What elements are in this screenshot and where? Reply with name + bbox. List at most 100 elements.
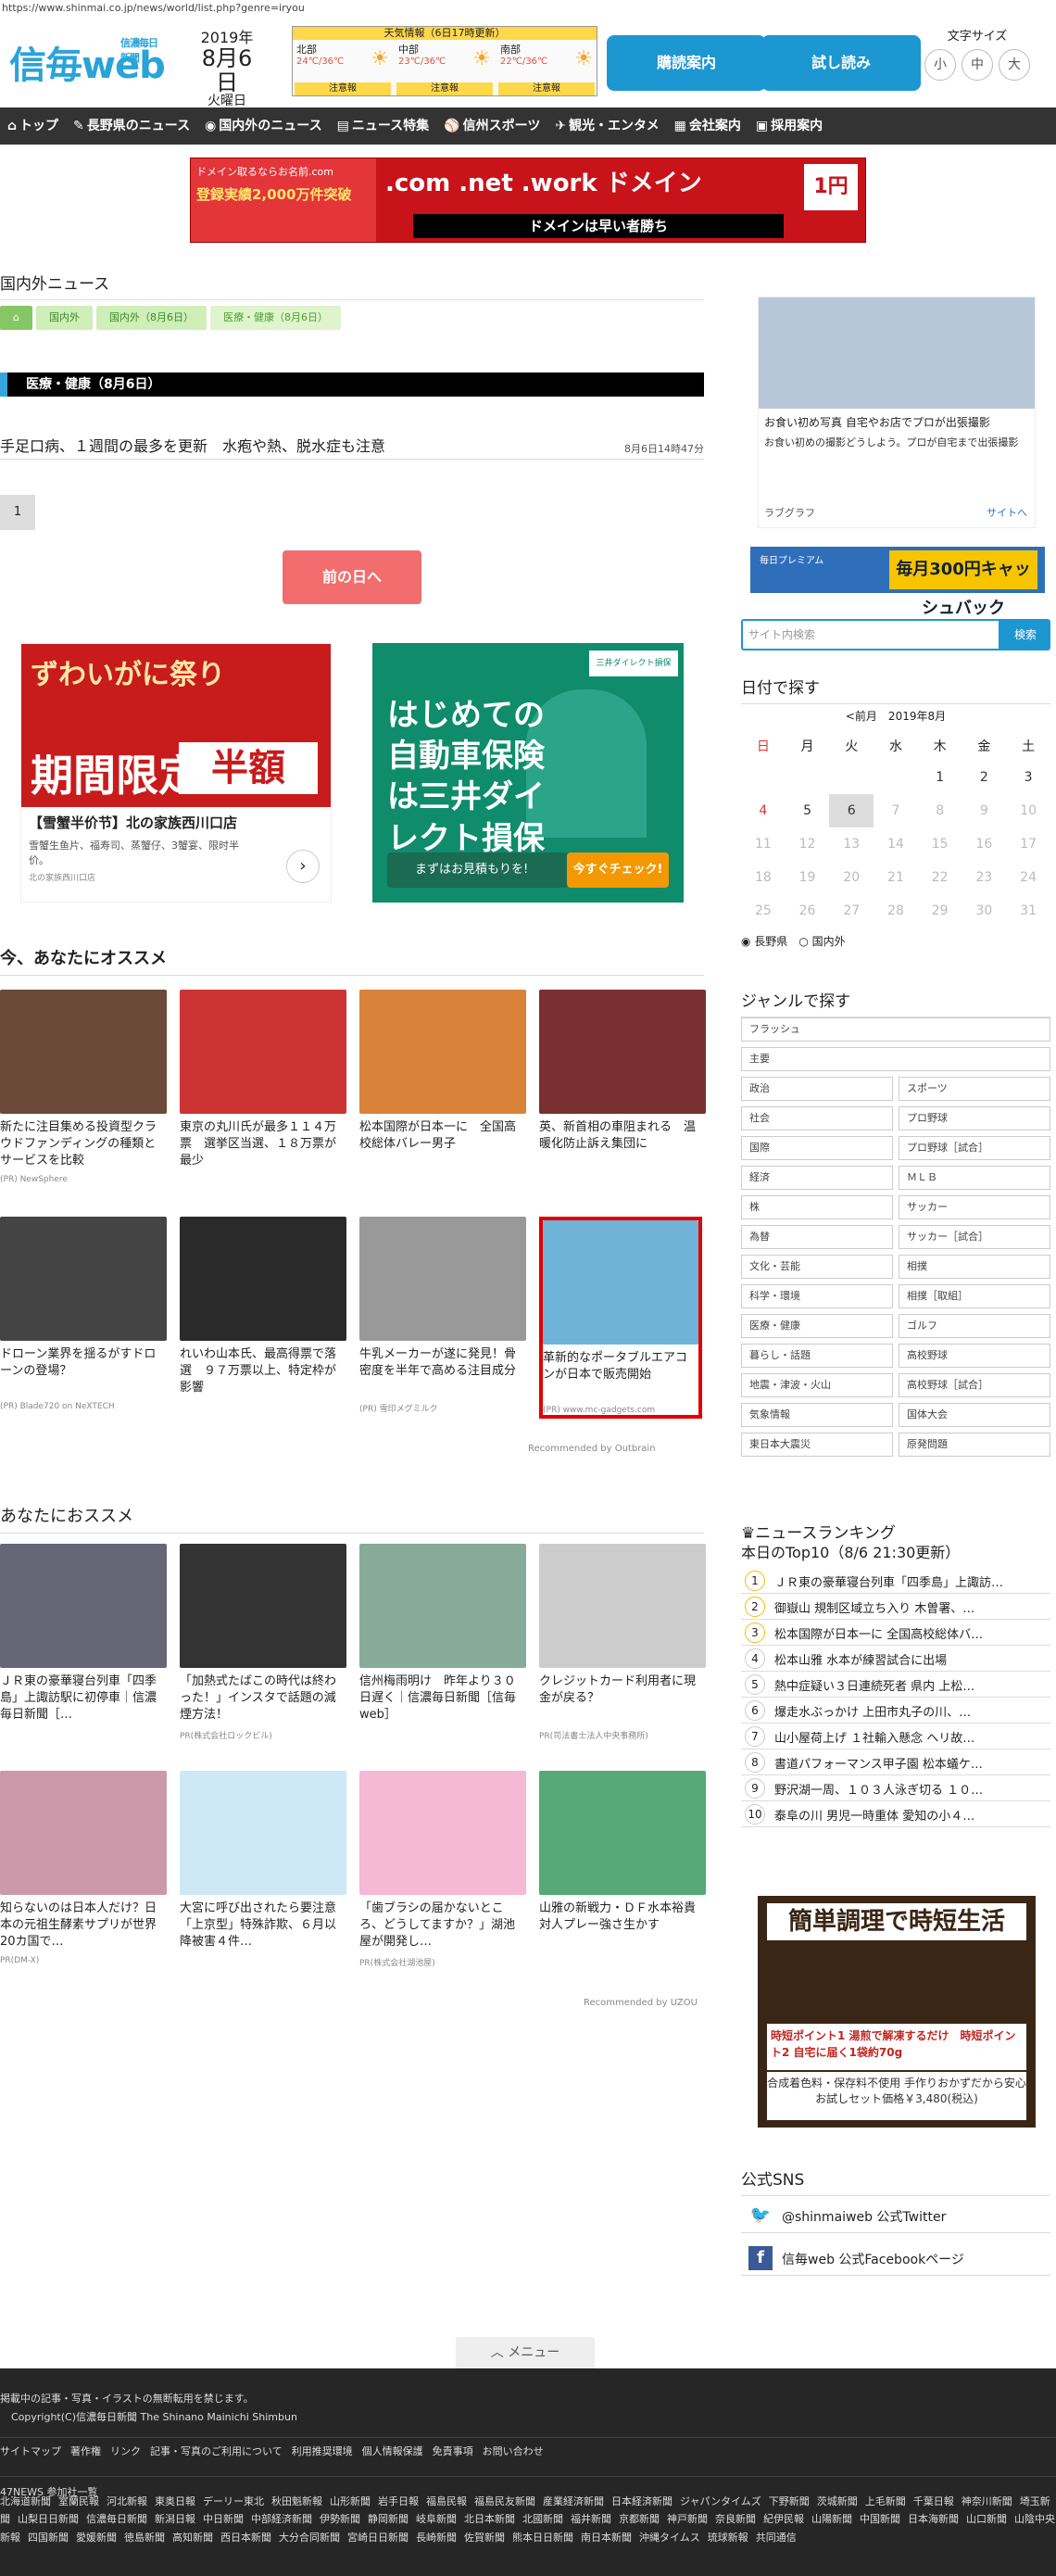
recommend-card[interactable]: ＪＲ東の豪華寝台列車「四季島」上諏訪駅に初停車｜信濃毎日新聞［… bbox=[0, 1544, 167, 1729]
footer-paper-link[interactable]: 西日本新聞 bbox=[220, 2532, 271, 2544]
card-image[interactable] bbox=[180, 1771, 346, 1895]
twitter-link[interactable]: 🐦 @shinmaiweb 公式Twitter bbox=[741, 2196, 1050, 2233]
font-size-medium-button[interactable]: 中 bbox=[962, 49, 993, 81]
card-image[interactable] bbox=[180, 1544, 346, 1668]
footer-paper-link[interactable]: 静岡新聞 bbox=[368, 2513, 409, 2525]
card-image[interactable] bbox=[0, 1771, 167, 1895]
site-search-button[interactable]: 検索 bbox=[1000, 619, 1050, 650]
genre-item[interactable]: 相撲 bbox=[899, 1255, 1050, 1279]
site-logo[interactable]: 信毎web 信濃毎日新聞 bbox=[9, 35, 166, 89]
card-image[interactable] bbox=[543, 1220, 698, 1345]
footer-paper-link[interactable]: 秋田魁新報 bbox=[271, 2495, 322, 2507]
recommend-card[interactable]: 信州梅雨明け 昨年より３０日遅く｜信濃毎日新聞［信毎web］ bbox=[359, 1544, 526, 1729]
genre-item[interactable]: 暮らし・話題 bbox=[741, 1344, 893, 1368]
genre-item[interactable]: 社会 bbox=[741, 1106, 893, 1130]
footer-paper-link[interactable]: 神奈川新聞 bbox=[962, 2495, 1012, 2507]
subscribe-button[interactable]: 購読案内 bbox=[607, 35, 766, 91]
genre-item[interactable]: サッカー bbox=[899, 1195, 1050, 1219]
footer-paper-link[interactable]: 岩手日報 bbox=[378, 2495, 419, 2507]
crab-ad[interactable]: ずわいがに祭り 期間限定 半額 【雪蟹半价节】北の家族西川口店 雪蟹生鱼片、福寿司、… bbox=[20, 643, 332, 903]
nav-item[interactable]: ⌂ トップ bbox=[0, 107, 66, 145]
prev-day-button[interactable]: 前の日へ bbox=[283, 550, 421, 604]
genre-item[interactable]: フラッシュ bbox=[741, 1017, 1050, 1042]
ranking-item[interactable]: 7 山小屋荷上げ １社輸入懸念 ヘリ故… bbox=[741, 1724, 1050, 1749]
footer-paper-link[interactable]: 宮崎日日新聞 bbox=[347, 2532, 409, 2544]
ranking-title[interactable]: 泰阜の川 男児一時重体 愛知の小４… bbox=[774, 1806, 1049, 1824]
footer-paper-link[interactable]: 四国新聞 bbox=[28, 2532, 69, 2544]
recommend-card[interactable]: 「歯ブラシの届かないところ、どうしてますか？」湖池屋が開発し… PR(株式会社湖池… bbox=[359, 1771, 526, 1968]
footer-paper-link[interactable]: 福島民報 bbox=[426, 2495, 467, 2507]
domain-ad-banner[interactable]: ドメイン取るならお名前.com 登録実績2,000万件突破 .com .net .… bbox=[190, 158, 866, 243]
recommend-card[interactable]: 東京の丸川氏が最多１１４万票 選挙区当選、１８万票が最少 bbox=[180, 990, 346, 1175]
recommend-card[interactable]: 革新的なポータブルエアコンが日本で販売開始 (PR) www.mc-gadgets… bbox=[539, 1217, 702, 1419]
nav-item[interactable]: ✎ 長野県のニュース bbox=[66, 107, 197, 145]
genre-item[interactable]: 原発問題 bbox=[899, 1433, 1050, 1457]
ranking-title[interactable]: 松本山雅 水本が練習試合に出場 bbox=[774, 1650, 1049, 1668]
genre-item[interactable]: 政治 bbox=[741, 1077, 893, 1101]
card-image[interactable] bbox=[180, 990, 346, 1114]
footer-paper-link[interactable]: 徳島新聞 bbox=[124, 2532, 165, 2544]
ranking-item[interactable]: 3 松本国際が日本一に 全国高校総体バ… bbox=[741, 1620, 1050, 1646]
footer-paper-link[interactable]: 愛媛新聞 bbox=[76, 2532, 117, 2544]
calendar-day[interactable]: 6 bbox=[829, 794, 874, 827]
recommend-card[interactable]: 「加熱式たばこの時代は終わった！」インスタで話題の減煙方法！ PR(株式会社ロック… bbox=[180, 1544, 346, 1741]
side-ad-photo[interactable]: お食い初め写真 自宅やお店でプロが出張撮影 お食い初めの撮影どうしよう。プロが自… bbox=[758, 297, 1036, 528]
genre-item[interactable]: 主要 bbox=[741, 1047, 1050, 1071]
footer-paper-link[interactable]: 福島民友新聞 bbox=[474, 2495, 535, 2507]
ranking-title[interactable]: 松本国際が日本一に 全国高校総体バ… bbox=[774, 1624, 1049, 1642]
breadcrumb-home-icon[interactable]: ⌂ bbox=[0, 306, 32, 330]
footer-paper-link[interactable]: 上毛新聞 bbox=[865, 2495, 906, 2507]
footer-link[interactable]: 免責事項 bbox=[433, 2445, 473, 2457]
breadcrumb-item[interactable]: 国内外（8月6日） bbox=[95, 306, 207, 330]
footer-paper-link[interactable]: 中国新聞 bbox=[860, 2513, 900, 2525]
card-title[interactable]: 革新的なポータブルエアコンが日本で販売開始 bbox=[543, 1350, 698, 1402]
genre-item[interactable]: 株 bbox=[741, 1195, 893, 1219]
card-image[interactable] bbox=[539, 990, 706, 1114]
recommend-card[interactable]: 英、新首相の車阻まれる 温暖化防止訴え集団に bbox=[539, 990, 706, 1175]
ranking-item[interactable]: 10 泰阜の川 男児一時重体 愛知の小４… bbox=[741, 1801, 1050, 1827]
facebook-link[interactable]: f 信毎web 公式Facebookページ bbox=[741, 2239, 1050, 2276]
site-search-input[interactable]: サイト内検索 bbox=[741, 619, 1000, 650]
card-title[interactable]: 山雅の新戦力・ＤＦ水本裕貴 対人プレー強さ生かす bbox=[539, 1900, 706, 1952]
footer-link[interactable]: 個人情報保護 bbox=[362, 2445, 423, 2457]
card-title[interactable]: 信州梅雨明け 昨年より３０日遅く｜信濃毎日新聞［信毎web］ bbox=[359, 1673, 526, 1725]
breadcrumb-item[interactable]: 国内外 bbox=[35, 306, 93, 330]
card-title[interactable]: クレジットカード利用者に現金が戻る？ bbox=[539, 1673, 706, 1725]
card-title[interactable]: 東京の丸川氏が最多１１４万票 選挙区当選、１８万票が最少 bbox=[180, 1119, 346, 1171]
card-image[interactable] bbox=[539, 1771, 706, 1895]
news-title[interactable]: 手足口病、１週間の最多を更新 水疱や熱、脱水症も注意 bbox=[0, 434, 704, 456]
ranking-title[interactable]: 熱中症疑い３日連続死者 県内 上松… bbox=[774, 1676, 1049, 1694]
footer-link[interactable]: サイトマップ bbox=[0, 2445, 61, 2457]
footer-paper-link[interactable]: デーリー東北 bbox=[203, 2495, 264, 2507]
footer-paper-link[interactable]: 熊本日日新聞 bbox=[512, 2532, 573, 2544]
card-title[interactable]: 松本国際が日本一に 全国高校総体バレー男子 bbox=[359, 1119, 526, 1171]
genre-item[interactable]: 東日本大震災 bbox=[741, 1433, 893, 1457]
footer-paper-link[interactable]: 山形新聞 bbox=[330, 2495, 371, 2507]
footer-paper-link[interactable]: 高知新聞 bbox=[172, 2532, 213, 2544]
footer-paper-link[interactable]: 佐賀新聞 bbox=[464, 2532, 505, 2544]
ranking-title[interactable]: 野沢湖一周、１０３人泳ぎ切る １０… bbox=[774, 1780, 1049, 1798]
card-title[interactable]: 「歯ブラシの届かないところ、どうしてますか？」湖池屋が開発し… bbox=[359, 1900, 526, 1952]
ranking-title[interactable]: 山小屋荷上げ １社輸入懸念 ヘリ故… bbox=[774, 1728, 1049, 1746]
genre-item[interactable]: 国体大会 bbox=[899, 1403, 1050, 1427]
genre-item[interactable]: 科学・環境 bbox=[741, 1284, 893, 1308]
uzou-credit[interactable]: Recommended by UZOU bbox=[584, 1998, 698, 2008]
footer-link[interactable]: リンク bbox=[110, 2445, 141, 2457]
font-size-small-button[interactable]: 小 bbox=[924, 49, 956, 81]
ranking-item[interactable]: 1 ＪＲ東の豪華寝台列車「四季島」上諏訪… bbox=[741, 1568, 1050, 1594]
ranking-item[interactable]: 9 野沢湖一周、１０３人泳ぎ切る １０… bbox=[741, 1775, 1050, 1801]
footer-paper-link[interactable]: 北國新聞 bbox=[522, 2513, 563, 2525]
weather-box[interactable]: 天気情報（6日17時更新） 北部 24℃/36℃ ☀ 注意報 中部 23℃/36℃ ☀… bbox=[292, 26, 597, 96]
menu-toggle[interactable]: ︿ メニュー bbox=[456, 2337, 595, 2368]
card-title[interactable]: ドローン業界を揺るがすドローンの登場？ bbox=[0, 1346, 167, 1398]
card-image[interactable] bbox=[359, 990, 526, 1114]
footer-paper-link[interactable]: 室蘭民報 bbox=[58, 2495, 99, 2507]
nav-item[interactable]: ▦ 会社案内 bbox=[667, 107, 748, 145]
calendar-radio[interactable]: ◉ 長野県 ○ 国内外 bbox=[741, 933, 1050, 949]
footer-paper-link[interactable]: 長崎新聞 bbox=[416, 2532, 457, 2544]
card-image[interactable] bbox=[359, 1217, 526, 1341]
recommend-card[interactable]: 知らないのは日本人だけ？日本の元祖生酵素サプリが世界20カ国で… PR(DM-X) bbox=[0, 1771, 167, 1965]
card-title[interactable]: 新たに注目集める投資型クラウドファンディングの種類とサービスを比較 bbox=[0, 1119, 167, 1171]
footer-paper-link[interactable]: 北海道新聞 bbox=[0, 2495, 51, 2507]
card-title[interactable]: 牛乳メーカーが遂に発見！骨密度を半年で高める注目成分 bbox=[359, 1346, 526, 1398]
